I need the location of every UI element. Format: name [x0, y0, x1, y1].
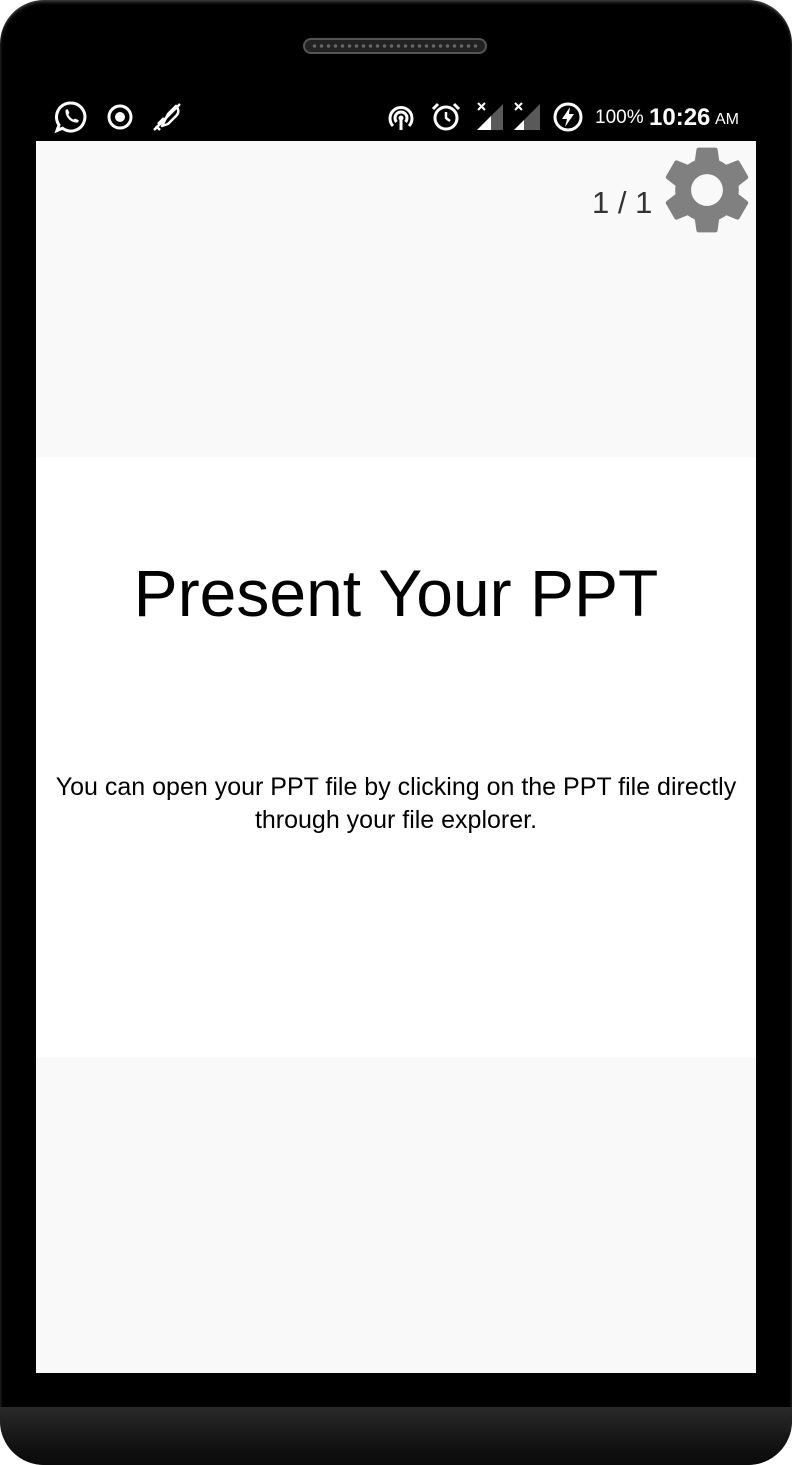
settings-button[interactable] — [654, 141, 756, 243]
clock-ampm: AM — [715, 111, 739, 128]
speaker-grille — [303, 38, 487, 54]
whatsapp-icon — [54, 100, 88, 134]
signal-2-icon — [510, 100, 544, 134]
gear-icon — [665, 147, 749, 233]
presentation-viewer[interactable]: Present Your PPT You can open your PPT f… — [36, 141, 756, 1373]
battery-charging-icon — [551, 100, 585, 134]
status-bar: 100% 10:26 AM — [36, 92, 756, 141]
slide-title: Present Your PPT — [133, 556, 659, 630]
alarm-icon — [429, 100, 463, 134]
slide-body: You can open your PPT file by clicking o… — [55, 773, 737, 834]
mute-icon — [150, 100, 184, 134]
bottom-bezel — [0, 1407, 792, 1465]
slide[interactable] — [36, 457, 756, 1057]
battery-percent: 100% — [595, 107, 644, 128]
hotspot-icon — [384, 100, 418, 134]
phone-frame: 100% 10:26 AM Present Your PPT You can o… — [0, 0, 792, 1465]
signal-1-icon — [473, 100, 507, 134]
record-icon — [103, 100, 137, 134]
page-counter: 1 / 1 — [592, 185, 653, 220]
clock-time: 10:26 — [649, 104, 711, 131]
